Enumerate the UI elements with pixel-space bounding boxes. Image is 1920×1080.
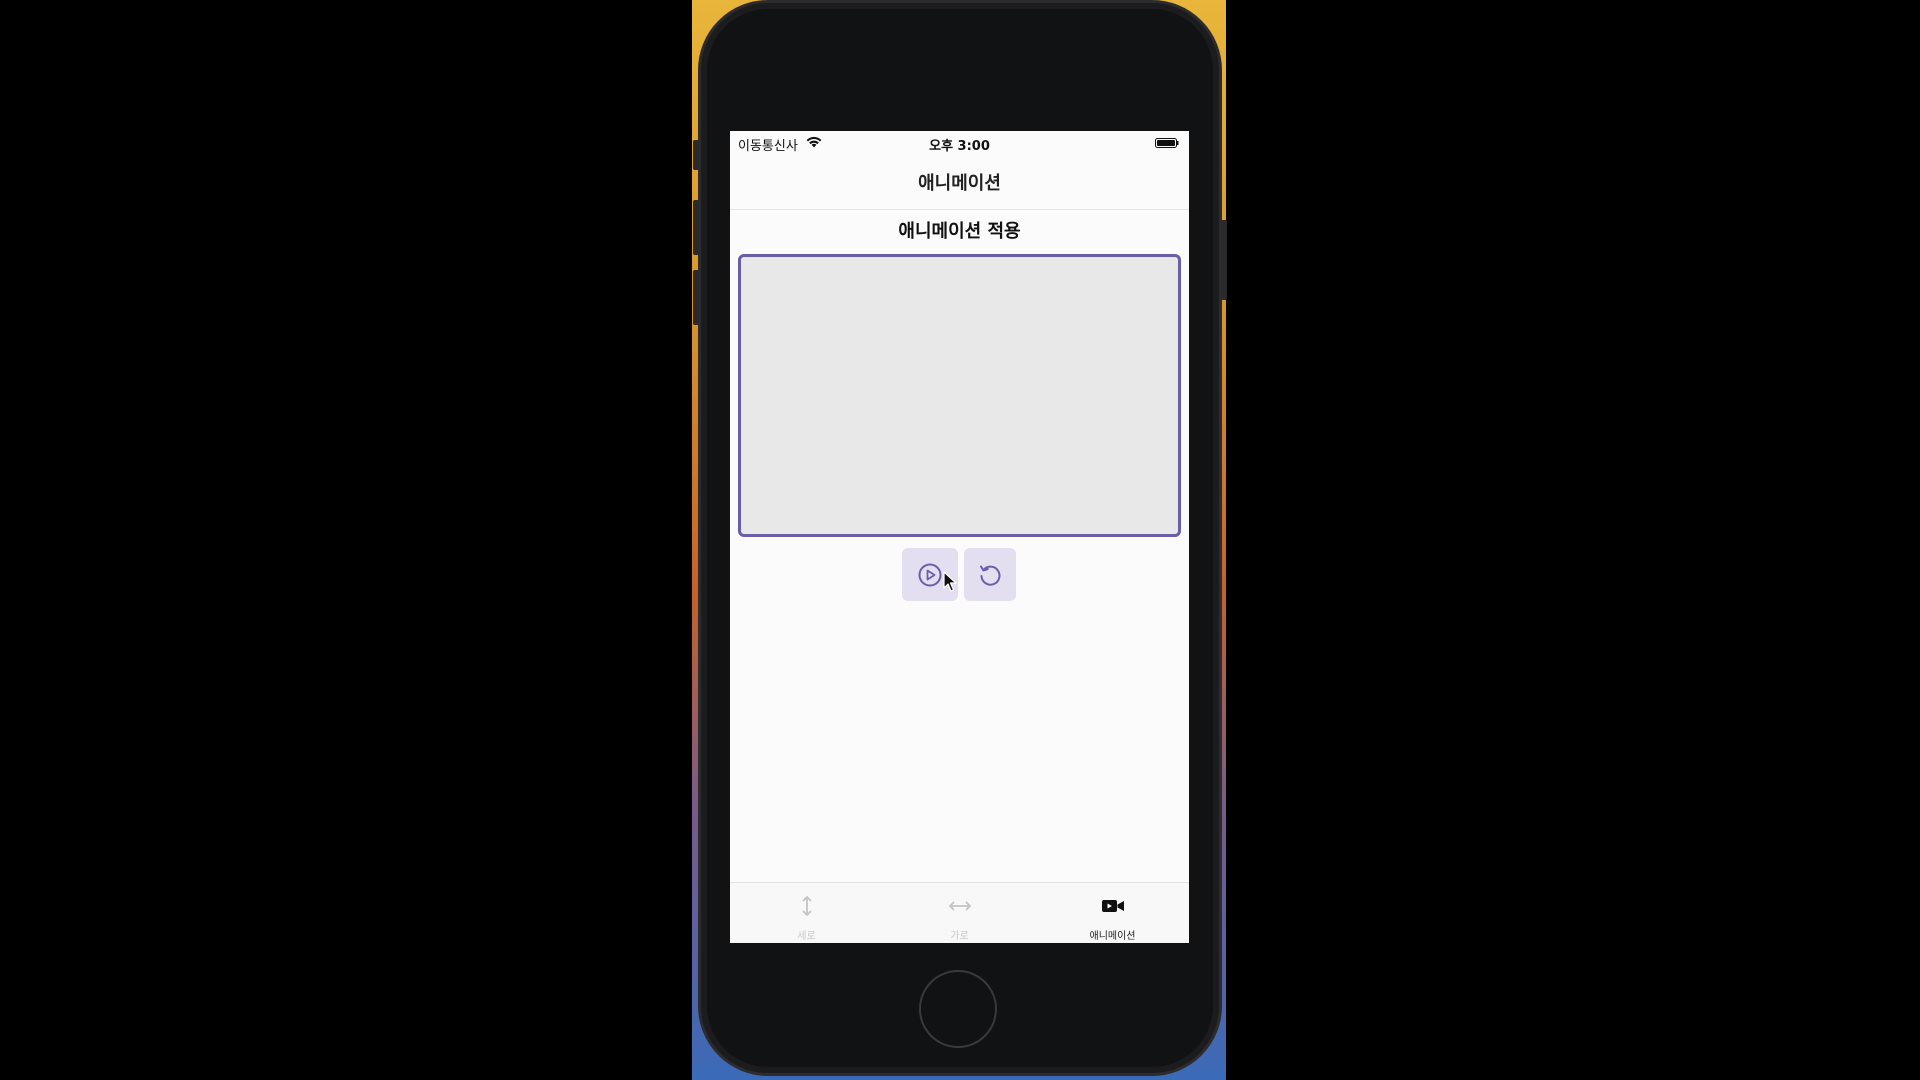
animation-canvas — [738, 254, 1181, 537]
tab-bar: 세로 가로 애니메이션 — [730, 882, 1189, 943]
status-bar: 이동통신사 오후 3:00 — [730, 131, 1189, 155]
horizontal-arrows-icon — [948, 901, 971, 911]
status-time: 오후 3:00 — [929, 139, 990, 154]
mute-switch — [693, 140, 699, 170]
battery-icon — [1155, 138, 1179, 148]
volume-up-button — [693, 200, 699, 255]
nav-title: 애니메이션 — [918, 173, 1001, 194]
home-button[interactable] — [919, 970, 997, 1048]
power-button — [1221, 220, 1227, 300]
reset-button[interactable] — [964, 548, 1016, 601]
tab-label: 세로 — [797, 931, 816, 942]
tab-horizontal[interactable]: 가로 — [883, 883, 1036, 943]
phone-screen: 이동통신사 오후 3:00 애니메이션 애니메이션 적용 세로 가로 애니메이션 — [730, 131, 1189, 943]
nav-divider — [730, 209, 1189, 210]
tab-animation[interactable]: 애니메이션 — [1036, 883, 1189, 943]
volume-down-button — [693, 270, 699, 325]
play-circle-icon — [918, 563, 942, 586]
tab-label: 애니메이션 — [1089, 931, 1136, 942]
vertical-arrows-icon — [802, 896, 811, 916]
rotate-ccw-icon — [980, 565, 1001, 586]
tab-label: 가로 — [950, 931, 969, 942]
video-camera-icon — [1101, 900, 1124, 912]
section-title: 애니메이션 적용 — [898, 221, 1021, 242]
tab-vertical[interactable]: 세로 — [730, 883, 883, 943]
mouse-cursor-icon — [943, 571, 957, 592]
